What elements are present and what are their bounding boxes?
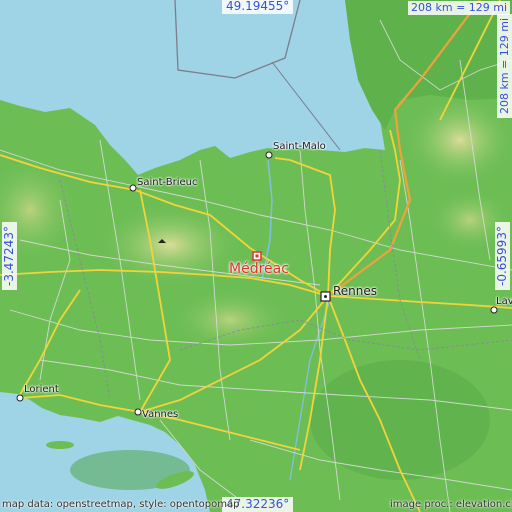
lowland-southeast xyxy=(310,360,490,480)
marker-lav xyxy=(490,306,498,314)
coord-left-lon: -3.47243° xyxy=(2,222,17,290)
scale-top: 208 km = 129 mi xyxy=(408,1,511,15)
hills-northeast xyxy=(405,95,512,185)
label-lav: Lav xyxy=(496,296,512,307)
scale-right: 208 km = 129 mi xyxy=(497,13,512,118)
attribution-right: image proc.: elevation.city xyxy=(390,499,512,510)
map-canvas xyxy=(0,0,512,512)
label-saint-malo: Saint-Malo xyxy=(273,141,326,152)
label-saint-brieuc: Saint-Brieuc xyxy=(137,177,198,188)
label-vannes: Vannes xyxy=(142,409,179,420)
attribution-left: map data: openstreetmap, style: opentopo… xyxy=(2,499,240,510)
coord-right-lon: -0.65993° xyxy=(495,222,510,290)
coord-top-lat: 49.19455° xyxy=(222,0,294,14)
marker-saint-malo xyxy=(265,151,273,159)
hills-paimpont xyxy=(175,290,285,350)
label-lorient: Lorient xyxy=(24,384,59,395)
marker-vannes xyxy=(134,408,142,416)
label-rennes: Rennes xyxy=(333,284,378,298)
marker-saint-brieuc xyxy=(129,184,137,192)
map-view[interactable]: Saint-Malo Saint-Brieuc Rennes Lorient V… xyxy=(0,0,512,512)
island-groix xyxy=(46,441,74,449)
marker-lorient xyxy=(16,394,24,402)
main-place-label: Médréac xyxy=(229,261,289,277)
